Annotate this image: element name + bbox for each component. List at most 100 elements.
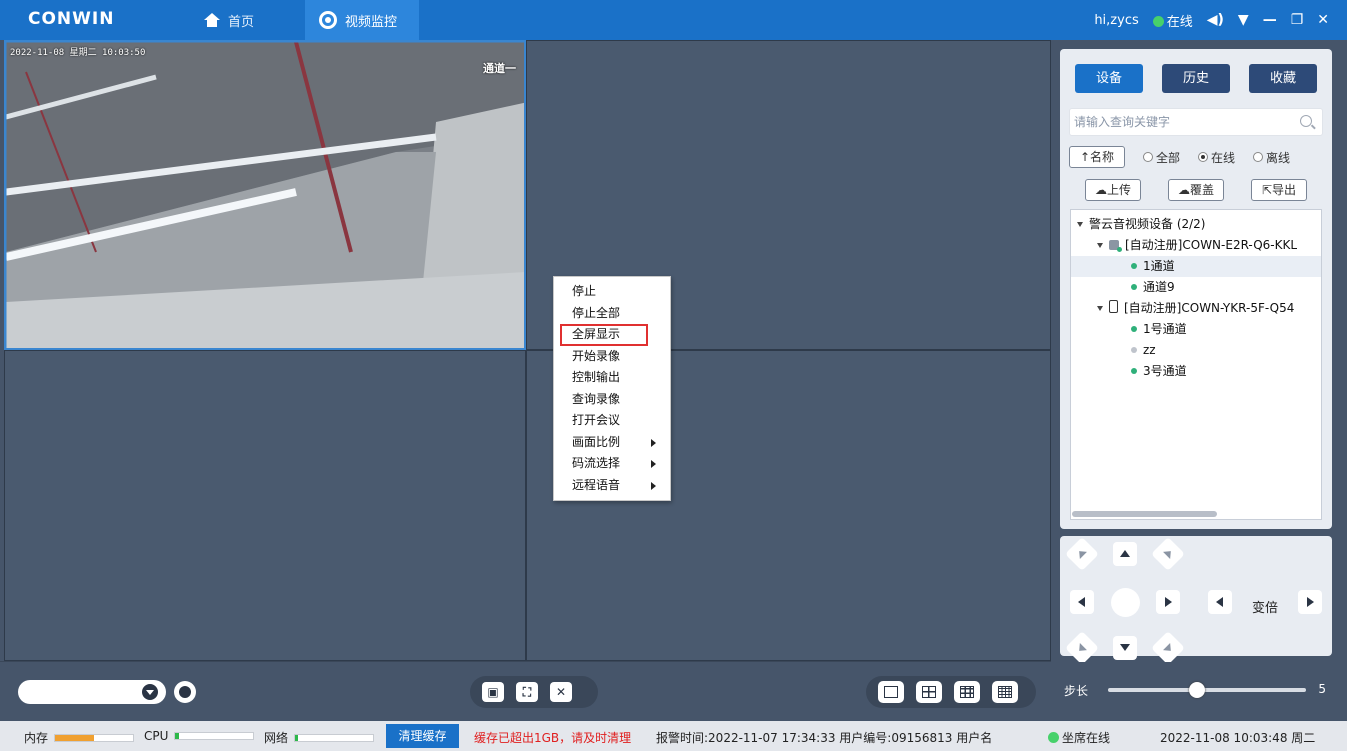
- ctx-aspect-ratio[interactable]: 画面比例: [554, 432, 670, 454]
- tree-root[interactable]: 警云音视频设备 (2/2): [1071, 214, 1321, 235]
- export-button[interactable]: ⇱导出: [1251, 179, 1307, 201]
- tab-favorites[interactable]: 收藏: [1249, 64, 1317, 93]
- ctx-control-output[interactable]: 控制输出: [554, 367, 670, 389]
- step-value: 5: [1318, 682, 1326, 696]
- device-panel: 设备 历史 收藏 请输入查询关键字 ↑名称 全部 在线 离线 ☁上传 ☁覆盖 ⇱…: [1060, 49, 1332, 529]
- network-meter: 网络: [264, 729, 375, 746]
- search-icon[interactable]: [1300, 115, 1312, 127]
- app-logo: CONWIN: [28, 9, 115, 29]
- filter-offline[interactable]: 离线: [1253, 149, 1290, 166]
- tree-device[interactable]: [自动注册]COWN-YKR-5F-Q54: [1071, 298, 1321, 319]
- zoom-out-icon[interactable]: [1208, 590, 1232, 614]
- ctx-remote-voice[interactable]: 远程语音: [554, 475, 670, 497]
- step-slider-handle[interactable]: [1189, 682, 1206, 698]
- play-icon[interactable]: [174, 681, 196, 703]
- cpu-fill: [175, 733, 179, 739]
- layout-9-icon[interactable]: [954, 681, 980, 703]
- capture-toolbar: ▣ ⛶ ✕: [470, 676, 598, 708]
- filter-row: ↑名称 全部 在线 离线: [1069, 146, 1323, 168]
- ptz-down-left-icon[interactable]: [1065, 631, 1099, 665]
- action-row: ☁上传 ☁覆盖 ⇱导出: [1085, 179, 1307, 201]
- expand-icon[interactable]: [1097, 306, 1103, 311]
- ptz-up-right-icon[interactable]: [1151, 537, 1185, 571]
- tree-device[interactable]: [自动注册]COWN-E2R-Q6-KKL: [1071, 235, 1321, 256]
- tools-icon[interactable]: ✕: [550, 682, 572, 702]
- save-icon[interactable]: ▣: [482, 682, 504, 702]
- nav-home-label: 首页: [228, 14, 255, 30]
- layout-4-icon[interactable]: [916, 681, 942, 703]
- context-menu: 停止 停止全部 全屏显示 开始录像 控制输出 查询录像 打开会议 画面比例 码流…: [553, 276, 671, 501]
- zoom-in-icon[interactable]: [1298, 590, 1322, 614]
- tree-channel[interactable]: zz: [1071, 340, 1321, 361]
- chevron-down-icon[interactable]: ▼: [1238, 12, 1249, 28]
- search-placeholder: 请输入查询关键字: [1074, 115, 1171, 129]
- step-control: 步长 5: [1060, 662, 1332, 714]
- feed-channel-tag: 通道一: [483, 62, 516, 75]
- overwrite-button[interactable]: ☁覆盖: [1168, 179, 1224, 201]
- cpu-label: CPU: [144, 729, 169, 743]
- clear-cache-button[interactable]: 清理缓存: [386, 724, 459, 748]
- ctx-open-meeting[interactable]: 打开会议: [554, 410, 670, 432]
- search-input[interactable]: 请输入查询关键字: [1069, 108, 1323, 136]
- ptz-down-right-icon[interactable]: [1151, 631, 1185, 665]
- ptz-down-icon[interactable]: [1113, 636, 1137, 660]
- zoom-label: 变倍: [1252, 601, 1279, 616]
- tree-scrollbar[interactable]: [1072, 511, 1217, 517]
- online-dot-icon: [1152, 15, 1164, 27]
- ctx-stop-all[interactable]: 停止全部: [554, 303, 670, 325]
- submenu-arrow-icon: [651, 460, 656, 468]
- datetime: 2022-11-08 10:03:48 周二: [1160, 731, 1316, 745]
- ctx-fullscreen[interactable]: 全屏显示: [560, 324, 648, 346]
- restore-icon[interactable]: ❐: [1291, 12, 1304, 28]
- tree-channel[interactable]: 通道9: [1071, 277, 1321, 298]
- upload-button[interactable]: ☁上传: [1085, 179, 1141, 201]
- tab-device[interactable]: 设备: [1075, 64, 1143, 93]
- memory-meter: 内存: [24, 729, 135, 746]
- layout-1-icon[interactable]: [878, 681, 904, 703]
- online-dot-icon: [1131, 326, 1137, 332]
- nav-video-monitor[interactable]: 视频监控: [305, 0, 419, 40]
- camera-feed-image: [6, 42, 524, 348]
- ptz-panel: 变倍: [1060, 536, 1332, 665]
- seat-status: 坐席在线: [1048, 729, 1110, 746]
- video-grid: 2022-11-08 星期二 10:03:50 通道一: [4, 40, 1051, 661]
- alarm-info: 报警时间:2022-11-07 17:34:33 用户编号:09156813 用…: [656, 731, 993, 745]
- speaker-icon[interactable]: ◀): [1207, 12, 1224, 28]
- expand-icon[interactable]: [1077, 222, 1083, 227]
- filter-all[interactable]: 全部: [1143, 149, 1180, 166]
- video-cell-1[interactable]: 2022-11-08 星期二 10:03:50 通道一: [4, 40, 526, 350]
- sort-name-button[interactable]: ↑名称: [1069, 146, 1125, 168]
- video-monitor-icon: [319, 11, 337, 29]
- step-slider[interactable]: [1108, 682, 1306, 698]
- tab-history[interactable]: 历史: [1162, 64, 1230, 93]
- network-fill: [295, 734, 299, 741]
- ctx-stop[interactable]: 停止: [554, 281, 670, 303]
- device-tree: 警云音视频设备 (2/2) [自动注册]COWN-E2R-Q6-KKL 1通道 …: [1070, 209, 1322, 520]
- screenshot-icon[interactable]: ⛶: [516, 682, 538, 702]
- close-icon[interactable]: ✕: [1317, 12, 1329, 28]
- layout-16-icon[interactable]: [992, 681, 1018, 703]
- ptz-up-left-icon[interactable]: [1065, 537, 1099, 571]
- network-label: 网络: [264, 731, 289, 745]
- filter-online[interactable]: 在线: [1198, 149, 1235, 166]
- ptz-right-icon[interactable]: [1156, 590, 1180, 614]
- ptz-up-icon[interactable]: [1113, 542, 1137, 566]
- ptz-center-button[interactable]: [1111, 588, 1140, 617]
- ptz-left-icon[interactable]: [1070, 590, 1094, 614]
- layout-select[interactable]: [18, 680, 166, 704]
- chevron-down-icon[interactable]: [142, 684, 158, 700]
- video-cell-3[interactable]: [4, 350, 526, 661]
- tree-channel[interactable]: 1通道: [1071, 256, 1321, 277]
- expand-icon[interactable]: [1097, 243, 1103, 248]
- tree-channel[interactable]: 1号通道: [1071, 319, 1321, 340]
- memory-label: 内存: [24, 731, 49, 745]
- ctx-start-record[interactable]: 开始录像: [554, 346, 670, 368]
- online-dot-icon: [1131, 368, 1137, 374]
- nav-home[interactable]: 首页: [190, 0, 268, 40]
- status-bar: 内存 CPU 网络 清理缓存 缓存已超出1GB，请及时清理 报警时间:2022-…: [0, 721, 1347, 751]
- home-icon: [204, 13, 220, 27]
- ctx-stream-select[interactable]: 码流选择: [554, 453, 670, 475]
- minimize-icon[interactable]: —: [1263, 12, 1277, 28]
- ctx-query-record[interactable]: 查询录像: [554, 389, 670, 411]
- tree-channel[interactable]: 3号通道: [1071, 361, 1321, 382]
